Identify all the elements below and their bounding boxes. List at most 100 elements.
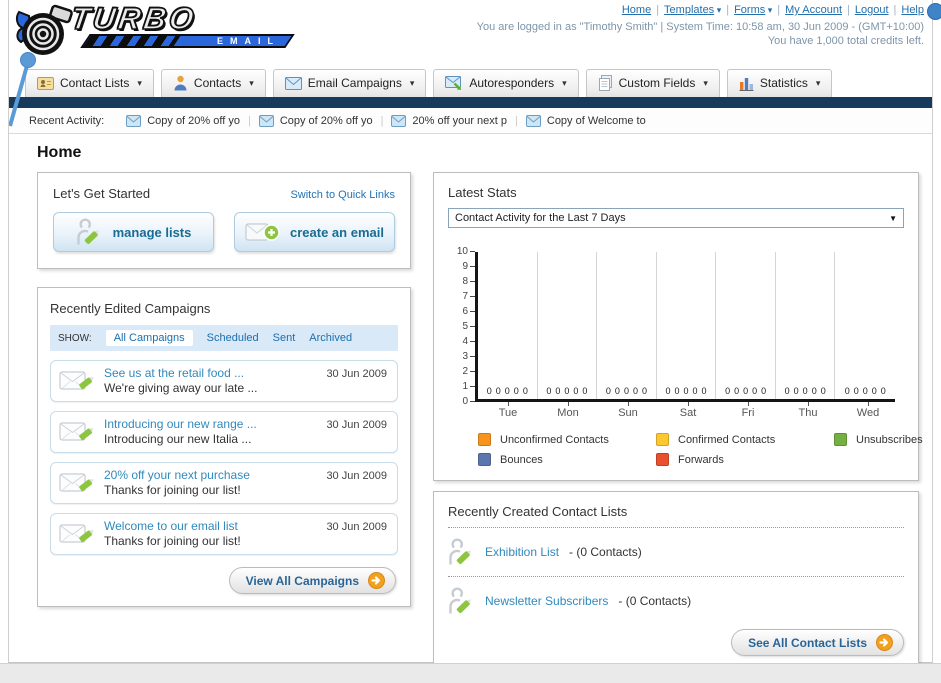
legend-item: Confirmed Contacts	[656, 433, 834, 446]
campaign-subtitle: Thanks for joining our list!	[104, 483, 250, 498]
create-an-email-button[interactable]: create an email	[234, 212, 395, 252]
data-label: 0	[615, 386, 620, 396]
campaign-subtitle: Introducing our new Italia ...	[104, 432, 257, 447]
contact-list-item[interactable]: Newsletter Subscribers - (0 Contacts)	[448, 585, 904, 617]
navy-divider-bar	[9, 97, 932, 108]
data-label: 0	[863, 386, 868, 396]
data-label: 0	[725, 386, 730, 396]
tab-custom-fields[interactable]: Custom Fields▾	[586, 69, 720, 97]
campaign-item[interactable]: Welcome to our email listThanks for join…	[50, 513, 398, 555]
data-label: 0	[794, 386, 799, 396]
recent-activity-label: Recent Activity:	[29, 115, 104, 127]
data-labels-row: 00000	[478, 386, 537, 396]
x-axis-label: Thu	[778, 402, 838, 419]
campaign-item[interactable]: Introducing our new range ...Introducing…	[50, 411, 398, 453]
campaigns-title: Recently Edited Campaigns	[50, 301, 398, 316]
data-label: 0	[642, 386, 647, 396]
see-all-contact-lists-button[interactable]: See All Contact Lists	[731, 629, 904, 656]
stats-period-dropdown[interactable]: Contact Activity for the Last 7 Days ▼	[448, 208, 904, 228]
tab-contacts[interactable]: Contacts▾	[161, 69, 266, 97]
person-pencil-icon	[448, 538, 475, 566]
activity-item-label: 20% off your next p	[412, 115, 507, 127]
data-label: 0	[573, 386, 578, 396]
nav-link-logout[interactable]: Logout	[855, 4, 889, 16]
main-content: Home Let's Get Started Switch to Quick L…	[9, 134, 932, 669]
nav-link-my-account[interactable]: My Account	[785, 4, 842, 16]
campaign-title-link[interactable]: Introducing our new range ...	[104, 417, 257, 432]
nav-link-forms[interactable]: Forms	[734, 4, 765, 16]
tab-contact-lists[interactable]: Contact Lists▾	[25, 69, 154, 97]
tab-label: Email Campaigns	[308, 76, 402, 90]
data-labels-row: 00000	[657, 386, 716, 396]
chevron-down-icon: ▾	[562, 78, 567, 89]
envelope-pencil-icon	[59, 367, 96, 395]
logo-bar: EMAIL	[80, 34, 294, 48]
filter-sent[interactable]: Sent	[273, 332, 296, 344]
tab-email-campaigns[interactable]: Email Campaigns▾	[273, 69, 427, 97]
data-label: 0	[684, 386, 689, 396]
y-axis-tick: 3	[462, 351, 475, 362]
recent-activity-item[interactable]: Copy of 20% off yo	[259, 115, 373, 127]
nav-link-templates[interactable]: Templates	[664, 4, 714, 16]
activity-item-label: Copy of 20% off yo	[280, 115, 373, 127]
data-label: 0	[702, 386, 707, 396]
filter-all-campaigns[interactable]: All Campaigns	[106, 330, 193, 346]
credits-status: You have 1,000 total credits left.	[477, 34, 924, 48]
data-label: 0	[523, 386, 528, 396]
help-bubble-icon[interactable]	[927, 3, 941, 20]
data-label: 0	[606, 386, 611, 396]
chevron-down-icon: ▾	[765, 5, 772, 15]
legend-swatch	[656, 453, 669, 466]
tab-statistics[interactable]: Statistics▾	[727, 69, 833, 97]
data-labels-row: 00000	[597, 386, 656, 396]
recent-activity-item[interactable]: Copy of Welcome to	[526, 115, 646, 127]
logo-title: TURBO	[69, 4, 292, 34]
nav-link-help[interactable]: Help	[901, 4, 924, 16]
activity-item-label: Copy of 20% off yo	[147, 115, 240, 127]
campaign-date: 30 Jun 2009	[326, 366, 387, 380]
data-label: 0	[564, 386, 569, 396]
recent-activity-item[interactable]: Copy of 20% off yo	[126, 115, 240, 127]
contact-list-link[interactable]: Newsletter Subscribers	[485, 594, 608, 608]
data-label: 0	[665, 386, 670, 396]
legend-label: Confirmed Contacts	[678, 434, 775, 446]
tab-autoresponders[interactable]: Autoresponders▾	[433, 69, 578, 97]
login-status: You are logged in as "Timothy Smith" | S…	[477, 20, 924, 34]
switch-quick-links-link[interactable]: Switch to Quick Links	[290, 189, 395, 201]
envelope-icon	[391, 115, 406, 127]
contact-list-link[interactable]: Exhibition List	[485, 545, 559, 559]
data-label: 0	[633, 386, 638, 396]
campaign-title-link[interactable]: 20% off your next purchase	[104, 468, 250, 483]
legend-label: Bounces	[500, 454, 543, 466]
button-label: manage lists	[113, 225, 192, 240]
get-started-panel: Let's Get Started Switch to Quick Links …	[37, 172, 411, 269]
contact-list-item[interactable]: Exhibition List- (0 Contacts)	[448, 536, 904, 568]
recent-activity-item[interactable]: 20% off your next p	[391, 115, 507, 127]
chevron-down-icon: ▾	[714, 5, 721, 15]
nav-link-home[interactable]: Home	[622, 4, 651, 16]
filter-scheduled[interactable]: Scheduled	[207, 332, 259, 344]
data-label: 0	[812, 386, 817, 396]
campaign-item[interactable]: 20% off your next purchaseThanks for joi…	[50, 462, 398, 504]
campaign-title-link[interactable]: See us at the retail food ...	[104, 366, 257, 381]
legend-item: Forwards	[656, 453, 834, 466]
show-label: SHOW:	[58, 333, 92, 344]
tab-label: Statistics	[760, 76, 808, 90]
campaign-item[interactable]: See us at the retail food ...We're givin…	[50, 360, 398, 402]
view-all-campaigns-button[interactable]: View All Campaigns	[229, 567, 396, 594]
y-axis-tick: 7	[462, 291, 475, 302]
manage-lists-button[interactable]: manage lists	[53, 212, 214, 252]
data-labels-row: 00000	[776, 386, 835, 396]
data-label: 0	[881, 386, 886, 396]
data-label: 0	[675, 386, 680, 396]
x-axis-label: Wed	[838, 402, 898, 419]
legend-swatch	[834, 433, 847, 446]
person-icon	[173, 75, 188, 91]
chart-day-group: 00000	[835, 252, 895, 399]
filter-archived[interactable]: Archived	[309, 332, 352, 344]
campaign-title-link[interactable]: Welcome to our email list	[104, 519, 241, 534]
chevron-down-icon: ▾	[249, 78, 254, 89]
data-label: 0	[752, 386, 757, 396]
legend-swatch	[656, 433, 669, 446]
contact-list-count: - (0 Contacts)	[618, 594, 691, 608]
